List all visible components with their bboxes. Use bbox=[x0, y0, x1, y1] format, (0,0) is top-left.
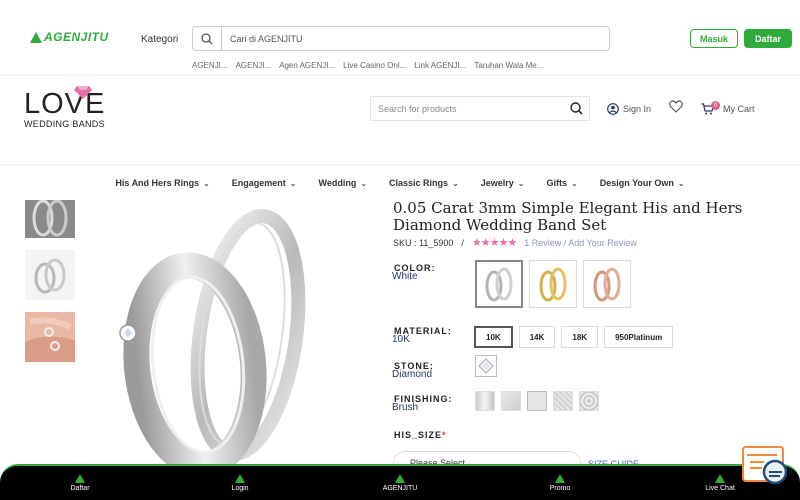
stone-swatch-diamond[interactable] bbox=[475, 355, 497, 377]
site-header bbox=[0, 77, 800, 165]
bottom-nav-login[interactable]: Login bbox=[190, 474, 290, 492]
product-search-field[interactable]: Search for products bbox=[370, 96, 590, 121]
agenjitu-triangle-icon bbox=[395, 474, 405, 483]
floating-chat-icon[interactable] bbox=[742, 446, 790, 486]
nav-item-gifts[interactable]: Gifts ⌄ bbox=[547, 178, 578, 188]
finishing-options bbox=[475, 391, 599, 411]
rating-stars: ★★★★★ bbox=[471, 237, 517, 249]
finish-swatch-satin[interactable] bbox=[527, 391, 547, 411]
chevron-down-icon: ⌄ bbox=[571, 178, 578, 188]
top-search-field[interactable]: Cari di AGENJITU bbox=[192, 26, 610, 51]
chevron-down-icon: ⌄ bbox=[452, 178, 459, 188]
chevron-down-icon: ⌄ bbox=[289, 178, 297, 188]
material-option-18k[interactable]: 18K bbox=[561, 326, 599, 348]
main-nav: His And Hers Rings ⌄ Engagement ⌄ Wedding ⌄… bbox=[0, 166, 800, 200]
thumbnail-rings-dark[interactable] bbox=[25, 200, 75, 238]
user-icon bbox=[607, 103, 619, 115]
agenjitu-triangle-icon bbox=[715, 474, 725, 483]
search-divider bbox=[221, 26, 222, 51]
top-search-placeholder: Cari di AGENJITU bbox=[230, 33, 303, 44]
bottom-nav-bar: Daftar Login AGENJITU Promo Live Chat bbox=[0, 464, 800, 500]
agenjitu-triangle-icon bbox=[75, 474, 85, 483]
chevron-down-icon: ⌄ bbox=[360, 178, 368, 188]
nav-item-design-your-own[interactable]: Design Your Own ⌄ bbox=[600, 178, 685, 188]
nav-item-wedding[interactable]: Wedding ⌄ bbox=[319, 178, 368, 188]
chevron-down-icon: ⌄ bbox=[203, 178, 210, 188]
finish-swatch-polish[interactable] bbox=[501, 391, 521, 411]
material-option-10k[interactable]: 10K bbox=[474, 326, 513, 348]
agenjitu-logo[interactable]: AGENJITU bbox=[30, 30, 109, 44]
quick-link[interactable]: Taruhan Wala Me... bbox=[474, 61, 543, 70]
logo-main-text: LOVE bbox=[24, 88, 106, 120]
his-size-label: HIS_SIZE* bbox=[394, 430, 447, 440]
logo-sub-text: WEDDING BANDS bbox=[24, 119, 105, 129]
nav-item-his-and-hers[interactable]: His And Hers Rings ⌄ bbox=[115, 178, 209, 188]
agenjitu-logo-text: AGENJITU bbox=[44, 30, 109, 44]
search-icon[interactable] bbox=[570, 102, 583, 115]
agenjitu-triangle-icon bbox=[555, 474, 565, 483]
agenjitu-triangle-icon bbox=[235, 474, 245, 483]
stone-value: Diamond bbox=[392, 369, 433, 380]
quick-link[interactable]: AGENJI... bbox=[192, 61, 228, 70]
finish-swatch-hammered[interactable] bbox=[579, 391, 599, 411]
search-icon bbox=[201, 32, 213, 44]
quick-link[interactable]: Agen AGENJI... bbox=[279, 61, 335, 70]
color-options bbox=[475, 260, 631, 308]
quick-link[interactable]: AGENJI... bbox=[236, 61, 272, 70]
finishing-value: Brush bbox=[392, 402, 419, 413]
finish-swatch-sandblast[interactable] bbox=[553, 391, 573, 411]
nav-item-engagement[interactable]: Engagement ⌄ bbox=[232, 178, 297, 188]
bottom-nav-promo[interactable]: Promo bbox=[510, 474, 610, 492]
quick-link[interactable]: Link AGENJI... bbox=[414, 61, 466, 70]
cart-count-badge: 0 bbox=[711, 101, 720, 110]
quick-link[interactable]: Live Casino Onl... bbox=[343, 61, 406, 70]
agenjitu-logo-icon bbox=[30, 31, 42, 43]
cart-label: My Cart bbox=[723, 104, 755, 114]
product-title: 0.05 Carat 3mm Simple Elegant His and He… bbox=[393, 199, 743, 234]
review-link[interactable]: 1 Review / Add Your Review bbox=[524, 238, 637, 248]
product-thumbnails bbox=[25, 200, 75, 374]
diamond-logo-icon bbox=[74, 86, 92, 99]
chevron-down-icon: ⌄ bbox=[517, 178, 525, 188]
sku-separator: / bbox=[461, 237, 464, 248]
chevron-down-icon: ⌄ bbox=[677, 178, 685, 188]
material-options: 10K 14K 18K 950Platinum bbox=[474, 326, 674, 348]
sku-row: SKU : 11_5900 / ★★★★★ 1 Review / Add You… bbox=[393, 236, 637, 249]
my-cart-link[interactable]: 0 My Cart bbox=[701, 101, 755, 115]
sign-in-link[interactable]: Sign In bbox=[607, 103, 651, 115]
material-option-14k[interactable]: 14K bbox=[518, 326, 556, 348]
finish-swatch-brush[interactable] bbox=[475, 391, 495, 411]
thumbnail-rings-hands[interactable] bbox=[25, 312, 75, 362]
color-swatch-yellow[interactable] bbox=[529, 260, 577, 308]
diamond-icon bbox=[478, 358, 494, 374]
nav-item-jewelry[interactable]: Jewelry ⌄ bbox=[481, 178, 525, 188]
masuk-button[interactable]: Masuk bbox=[690, 29, 738, 48]
product-search-placeholder: Search for products bbox=[378, 103, 457, 114]
sign-in-label: Sign In bbox=[623, 104, 652, 114]
bottom-nav-agenjitu[interactable]: AGENJITU bbox=[350, 474, 450, 492]
material-value: 10K bbox=[392, 334, 410, 345]
nav-item-classic-rings[interactable]: Classic Rings ⌄ bbox=[389, 178, 459, 188]
top-bar: AGENJITU Kategori Cari di AGENJITU Masuk… bbox=[0, 0, 800, 76]
daftar-button[interactable]: Daftar bbox=[744, 29, 792, 48]
wishlist-heart-icon[interactable] bbox=[669, 100, 683, 113]
color-swatch-rose[interactable] bbox=[583, 260, 631, 308]
kategori-menu[interactable]: Kategori bbox=[141, 34, 178, 45]
bottom-nav-daftar[interactable]: Daftar bbox=[30, 474, 130, 492]
love-wedding-bands-logo[interactable]: LOVE WEDDING BANDS bbox=[24, 86, 106, 129]
material-option-platinum[interactable]: 950Platinum bbox=[604, 326, 674, 348]
quick-links: AGENJI... AGENJI... Agen AGENJI... Live … bbox=[192, 61, 543, 70]
color-swatch-white[interactable] bbox=[475, 260, 523, 308]
thumbnail-rings-white[interactable] bbox=[25, 250, 75, 300]
sku-text: SKU : 11_5900 bbox=[393, 237, 454, 248]
color-value: White bbox=[392, 271, 418, 282]
main-product-image[interactable] bbox=[80, 200, 380, 478]
